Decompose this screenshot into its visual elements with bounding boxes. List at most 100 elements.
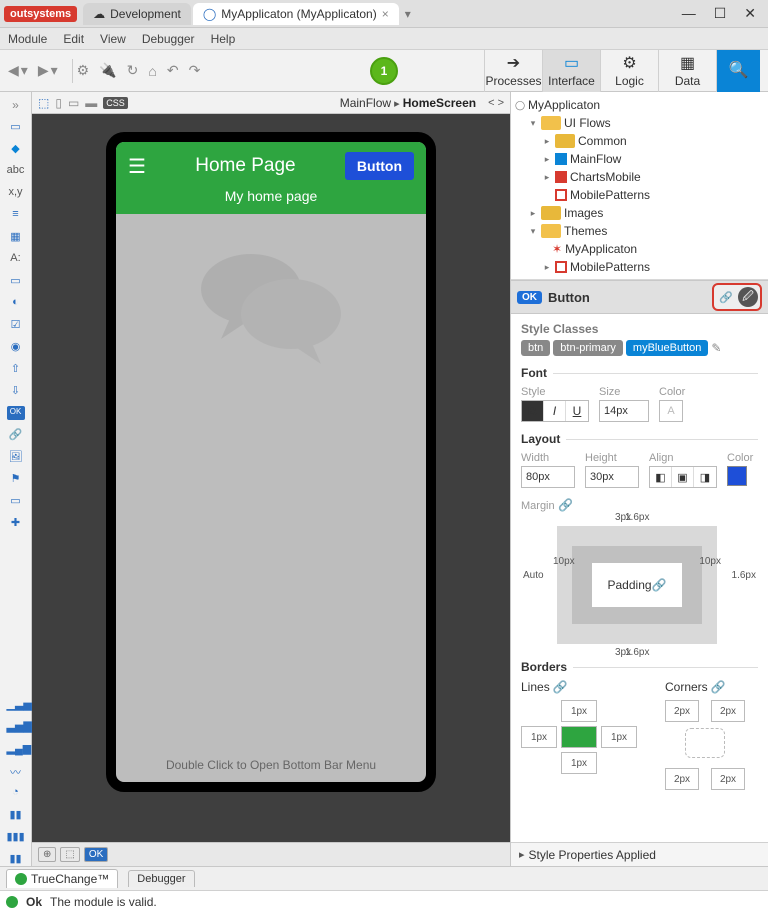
widget-chart1-icon[interactable]: ▁▃▅ bbox=[7, 698, 25, 712]
menu-edit[interactable]: Edit bbox=[63, 32, 84, 46]
height-input[interactable] bbox=[585, 466, 639, 488]
phone-title[interactable]: Home Page bbox=[195, 155, 295, 177]
caret-down-icon[interactable]: ▾ bbox=[528, 118, 538, 129]
edit-classes-icon[interactable]: ✎ bbox=[711, 341, 721, 355]
widget-container-icon[interactable]: ▭ bbox=[7, 120, 25, 134]
widget-bars2-icon[interactable]: ▮▮▮ bbox=[7, 830, 25, 844]
back-drop-icon[interactable]: ▾ bbox=[21, 62, 28, 79]
caret-right-icon[interactable]: ▸ bbox=[542, 136, 552, 147]
foot-chip-1[interactable]: ⊕ bbox=[38, 847, 56, 862]
phone-body[interactable] bbox=[116, 214, 426, 748]
foot-chip-3[interactable]: OK bbox=[84, 847, 108, 862]
tab-development[interactable]: ☁ Development bbox=[83, 3, 191, 25]
device-tablet-icon[interactable]: ▯ bbox=[55, 96, 62, 110]
tree-images[interactable]: Images bbox=[564, 206, 603, 220]
widget-list-icon[interactable]: ≡ bbox=[7, 208, 25, 222]
caret-right-icon[interactable]: ▸ bbox=[542, 154, 552, 165]
tree-theme-mp[interactable]: MobilePatterns bbox=[570, 260, 650, 274]
close-icon[interactable]: × bbox=[382, 7, 389, 21]
collapse-icon[interactable]: ◯ bbox=[515, 100, 525, 111]
widget-button-icon[interactable]: OK bbox=[7, 406, 25, 420]
widget-switch-icon[interactable]: ◐ bbox=[7, 296, 25, 310]
forward-icon[interactable]: ▶ bbox=[38, 62, 49, 79]
design-canvas[interactable]: ☰ Home Page Button My home page Double C… bbox=[32, 114, 510, 842]
phone-subtitle[interactable]: My home page bbox=[128, 188, 414, 204]
padding-link-icon[interactable]: 🔗 bbox=[652, 578, 667, 592]
breadcrumb[interactable]: MainFlow ▸ HomeScreen bbox=[340, 96, 476, 110]
tree-common[interactable]: Common bbox=[578, 134, 627, 148]
menu-view[interactable]: View bbox=[100, 32, 126, 46]
menu-debugger[interactable]: Debugger bbox=[142, 32, 195, 46]
tab-debugger[interactable]: Debugger bbox=[128, 870, 194, 887]
close-window-icon[interactable]: ✕ bbox=[744, 5, 756, 22]
tree-theme-app[interactable]: MyApplicaton bbox=[565, 242, 637, 256]
caret-right-icon[interactable]: ▸ bbox=[542, 262, 552, 273]
tab-search[interactable]: 🔍 bbox=[716, 50, 760, 92]
forward-drop-icon[interactable]: ▾ bbox=[51, 62, 58, 79]
align-left-icon[interactable]: ◧ bbox=[650, 467, 672, 487]
tree-mainflow[interactable]: MainFlow bbox=[570, 152, 621, 166]
tab-processes[interactable]: ➔Processes bbox=[484, 50, 542, 92]
widget-text-icon[interactable]: abc bbox=[7, 164, 25, 178]
tree-mp[interactable]: MobilePatterns bbox=[570, 188, 650, 202]
collapse-icon[interactable]: » bbox=[12, 98, 19, 112]
tab-application[interactable]: ◯ MyApplicaton (MyApplicaton) × bbox=[193, 3, 399, 25]
widget-image-icon[interactable]: 🖼 bbox=[7, 450, 25, 464]
tab-logic[interactable]: ⚙Logic bbox=[600, 50, 658, 92]
align-center-icon[interactable]: ▣ bbox=[672, 467, 694, 487]
underline-icon[interactable]: U bbox=[566, 401, 588, 421]
lines-link-icon[interactable]: 🔗 bbox=[553, 680, 568, 694]
widget-link-icon[interactable]: 🔗 bbox=[7, 428, 25, 442]
width-input[interactable] bbox=[521, 466, 575, 488]
tree-app[interactable]: MyApplicaton bbox=[528, 98, 600, 112]
device-desktop-icon[interactable]: ▭ bbox=[68, 96, 79, 110]
tree-charts[interactable]: ChartsMobile bbox=[570, 170, 641, 184]
widget-upload-icon[interactable]: ⇧ bbox=[7, 362, 25, 376]
widget-block-icon[interactable]: ✚ bbox=[7, 516, 25, 530]
tree-themes[interactable]: Themes bbox=[564, 224, 607, 238]
styles-view-icon[interactable]: 🖉 bbox=[738, 287, 758, 307]
corner-tl[interactable]: 2px bbox=[665, 700, 699, 722]
widget-input-icon[interactable]: ▭ bbox=[7, 274, 25, 288]
home-icon[interactable]: ⌂ bbox=[148, 63, 156, 79]
tab-interface[interactable]: ▭Interface bbox=[542, 50, 600, 92]
border-left[interactable]: 1px bbox=[521, 726, 557, 748]
widget-check-icon[interactable]: ☑ bbox=[7, 318, 25, 332]
device-phone-icon[interactable]: ⬚ bbox=[38, 96, 49, 110]
border-right[interactable]: 1px bbox=[601, 726, 637, 748]
corners-link-icon[interactable]: 🔗 bbox=[711, 680, 726, 694]
tag-toggle[interactable]: < > bbox=[488, 97, 504, 109]
corner-tr[interactable]: 2px bbox=[711, 700, 745, 722]
widget-chart3-icon[interactable]: ▂▄▆ bbox=[7, 742, 25, 756]
phone-bottom-hint[interactable]: Double Click to Open Bottom Bar Menu bbox=[116, 748, 426, 782]
tab-truechange[interactable]: TrueChange™ bbox=[6, 869, 118, 888]
font-style-group[interactable]: BIU bbox=[521, 400, 589, 422]
foot-chip-2[interactable]: ⬚ bbox=[60, 847, 79, 862]
tab-dropdown-icon[interactable]: ▾ bbox=[405, 7, 411, 21]
widget-if-icon[interactable]: ◆ bbox=[7, 142, 25, 156]
minimize-icon[interactable]: — bbox=[682, 5, 696, 22]
props-footer[interactable]: ▸ Style Properties Applied bbox=[511, 842, 768, 866]
caret-down-icon[interactable]: ▾ bbox=[528, 226, 538, 237]
menu-help[interactable]: Help bbox=[211, 32, 236, 46]
widget-radio-icon[interactable]: ◉ bbox=[7, 340, 25, 354]
align-group[interactable]: ◧▣◨ bbox=[649, 466, 717, 488]
redo-icon[interactable]: ↷ bbox=[189, 62, 201, 79]
widget-chart2-icon[interactable]: ▃▅▇ bbox=[7, 720, 25, 734]
bold-icon[interactable]: B bbox=[522, 401, 544, 421]
menu-module[interactable]: Module bbox=[8, 32, 47, 46]
chip-mybluebutton[interactable]: myBlueButton bbox=[626, 340, 708, 356]
font-color-picker[interactable]: A bbox=[659, 400, 683, 422]
corner-bl[interactable]: 2px bbox=[665, 768, 699, 790]
hamburger-icon[interactable]: ☰ bbox=[128, 154, 146, 179]
phone-header-button[interactable]: Button bbox=[345, 152, 414, 180]
font-size-input[interactable] bbox=[599, 400, 649, 422]
refresh-icon[interactable]: ↻ bbox=[127, 62, 139, 79]
gear-icon[interactable]: ⚙ bbox=[77, 62, 90, 79]
widget-expr-icon[interactable]: x,y bbox=[7, 186, 25, 200]
border-top[interactable]: 1px bbox=[561, 700, 597, 722]
caret-right-icon[interactable]: ▸ bbox=[542, 172, 552, 183]
css-badge[interactable]: CSS bbox=[103, 97, 128, 109]
widget-bars3-icon[interactable]: ▮▮ bbox=[7, 852, 25, 866]
properties-view-icon[interactable]: 🔗 bbox=[716, 287, 736, 307]
